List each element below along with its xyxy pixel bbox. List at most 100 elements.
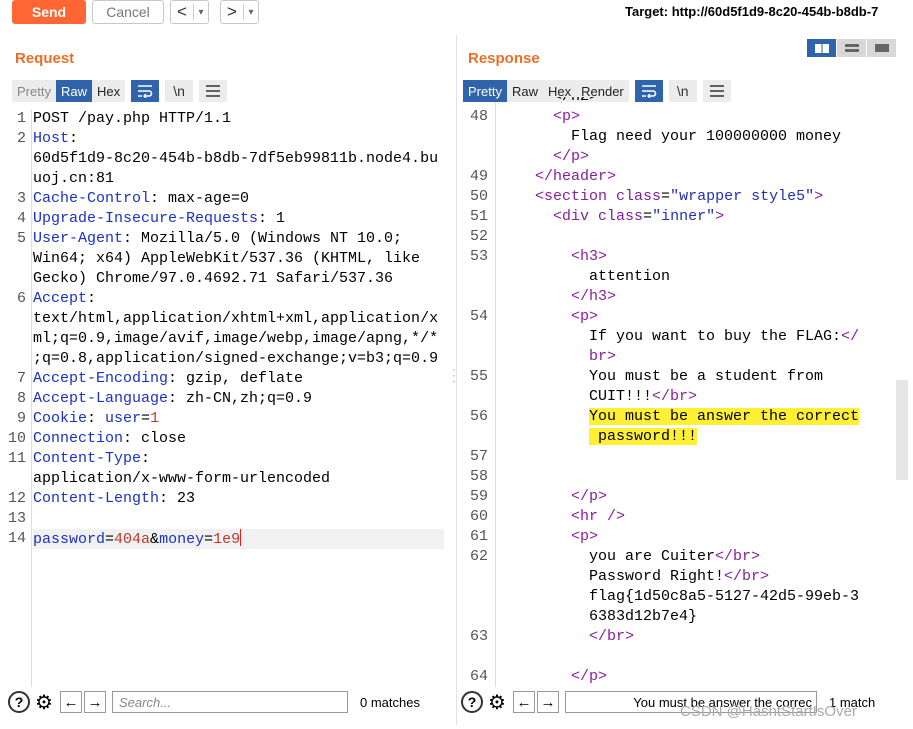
code-line[interactable]: </header> [499, 167, 616, 187]
code-line[interactable]: You must be a student from [499, 367, 823, 387]
code-token: </h2> [499, 97, 598, 105]
help-icon[interactable]: ? [8, 691, 30, 713]
code-line[interactable]: Connection: close [33, 429, 186, 449]
code-line[interactable]: <p> [499, 107, 580, 127]
chevron-down-icon[interactable]: ▾ [244, 7, 258, 18]
code-line[interactable]: Upgrade-Insecure-Requests: 1 [33, 209, 285, 229]
target-url[interactable]: Target: http://60d5f1d9-8c20-454b-b8db-7 [625, 4, 878, 19]
code-line[interactable]: Content-Type: [33, 449, 150, 469]
code-line[interactable]: Host: [33, 129, 78, 149]
code-line[interactable]: 60d5f1d9-8c20-454b-b8db-7df5eb99811b.nod… [33, 149, 438, 169]
code-line[interactable]: attention [499, 267, 670, 287]
response-scrollbar[interactable] [896, 380, 908, 480]
prev-match-button[interactable]: ← [60, 691, 82, 713]
code-line[interactable]: CUIT!!!</br> [499, 387, 697, 407]
code-line[interactable]: </h3> [499, 287, 616, 307]
code-line[interactable]: br> [499, 347, 616, 367]
code-token: password [33, 531, 106, 548]
layout-side-by-side-icon[interactable] [807, 39, 836, 57]
back-history-button[interactable]: < ▾ [170, 0, 209, 24]
code-token: : [69, 130, 79, 147]
code-line[interactable]: Accept: [33, 289, 96, 309]
code-line[interactable]: Cookie: user=1 [33, 409, 159, 429]
code-token: You must be a student from [499, 368, 824, 385]
code-line[interactable]: ml;q=0.9,image/avif,image/webp,image/apn… [33, 329, 438, 349]
code-line[interactable]: <section class="wrapper style5"> [499, 187, 823, 207]
code-line[interactable]: </h2> [499, 97, 598, 107]
code-line[interactable]: POST /pay.php HTTP/1.1 [33, 109, 231, 129]
help-icon[interactable]: ? [461, 691, 483, 713]
code-token: = [204, 531, 214, 548]
code-line[interactable]: You must be answer the correct [499, 407, 860, 427]
wrap-icon[interactable] [131, 80, 160, 102]
code-token: : [141, 450, 151, 467]
request-search-input[interactable]: Search... [112, 691, 348, 713]
code-line[interactable]: uoj.cn:81 [33, 169, 114, 189]
next-match-button[interactable]: → [537, 691, 559, 713]
code-line[interactable]: <p> [499, 307, 598, 327]
hamburger-icon[interactable] [199, 80, 228, 102]
code-token: ;q=0.8,application/signed-exchange;v=b3;… [33, 350, 439, 367]
code-token: POST /pay.php HTTP/1.1 [33, 110, 232, 127]
cancel-button[interactable]: Cancel [92, 0, 164, 24]
code-token: Accept-Encoding [33, 370, 169, 387]
code-line[interactable]: If you want to buy the FLAG:</ [499, 327, 859, 347]
code-line[interactable]: Accept-Language: zh-CN,zh;q=0.9 [33, 389, 312, 409]
layout-switcher [807, 39, 897, 57]
code-line[interactable]: <p> [499, 527, 598, 547]
code-line[interactable]: Content-Length: 23 [33, 489, 195, 509]
chevron-down-icon[interactable]: ▾ [194, 7, 208, 18]
tab-raw[interactable]: Raw [55, 80, 92, 102]
code-line[interactable]: ;q=0.8,application/signed-exchange;v=b3;… [33, 349, 438, 369]
code-line[interactable]: text/html,application/xhtml+xml,applicat… [33, 309, 438, 329]
newline-toggle-button[interactable]: \n [165, 80, 194, 102]
code-line[interactable]: application/x-www-form-urlencoded [33, 469, 330, 489]
code-line[interactable]: Password Right!</br> [499, 567, 769, 587]
code-token: 60d5f1d9-8c20-454b-b8db-7df5eb99811b.nod… [33, 150, 439, 167]
request-editor[interactable]: 1 POST /pay.php HTTP/1.1 2 Host: 60d5f1d9-8c… [8, 109, 444, 687]
code-line[interactable]: flag{1d50c8a5-5127-42d5-99eb-3 [499, 587, 859, 607]
code-token: <h3> [571, 248, 608, 265]
code-token: <div [553, 208, 599, 225]
request-match-count: 0 matches [360, 694, 420, 710]
code-token: : Mozilla/5.0 (Windows NT 10.0; [123, 230, 403, 247]
tab-hex[interactable]: Hex [91, 80, 126, 102]
code-line[interactable]: <h3> [499, 247, 607, 267]
code-line[interactable]: you are Cuiter</br> [499, 547, 760, 567]
code-line[interactable]: 6383d12b7e4} [499, 607, 697, 627]
code-line[interactable]: Accept-Encoding: gzip, deflate [33, 369, 303, 389]
code-line[interactable]: password!!! [499, 427, 698, 447]
code-line[interactable]: Cache-Control: max-age=0 [33, 189, 249, 209]
code-line[interactable]: Win64; x64) AppleWebKit/537.36 (KHTML, l… [33, 249, 420, 269]
code-line[interactable]: Flag need your 100000000 money [499, 127, 841, 147]
gear-icon[interactable]: ⚙ [32, 690, 56, 715]
tab-pretty[interactable]: Pretty [12, 80, 56, 102]
pane-divider[interactable] [456, 35, 457, 725]
code-line[interactable]: </p> [499, 147, 589, 167]
gear-icon[interactable]: ⚙ [485, 690, 509, 715]
code-line[interactable]: Gecko) Chrome/97.0.4692.71 Safari/537.36 [33, 269, 393, 289]
code-line[interactable]: User-Agent: Mozilla/5.0 (Windows NT 10.0… [33, 229, 402, 249]
code-token: 404a [114, 531, 151, 548]
code-line[interactable]: <hr /> [499, 507, 625, 527]
line-number: 7 [16, 370, 26, 387]
layout-tabs-icon[interactable] [867, 39, 896, 57]
line-number: 50 [469, 188, 488, 205]
drag-handle-icon[interactable]: · · · [452, 363, 456, 387]
code-line[interactable]: <div class="inner"> [499, 207, 724, 227]
layout-stacked-icon[interactable] [837, 39, 866, 57]
forward-history-button[interactable]: > ▾ [220, 0, 259, 24]
code-token: User-Agent [33, 230, 124, 247]
code-line[interactable]: password=404a&money=1e9 [33, 529, 242, 550]
code-line[interactable]: </p> [499, 667, 607, 687]
response-editor[interactable]: </h2> 48 <p> Flag need your 100000000 mon… [462, 97, 894, 687]
next-match-button[interactable]: → [84, 691, 106, 713]
code-line[interactable]: </br> [499, 627, 634, 647]
send-button[interactable]: Send [12, 0, 86, 24]
line-number: 52 [469, 228, 488, 245]
code-line[interactable]: </p> [499, 487, 607, 507]
prev-match-button[interactable]: ← [513, 691, 535, 713]
